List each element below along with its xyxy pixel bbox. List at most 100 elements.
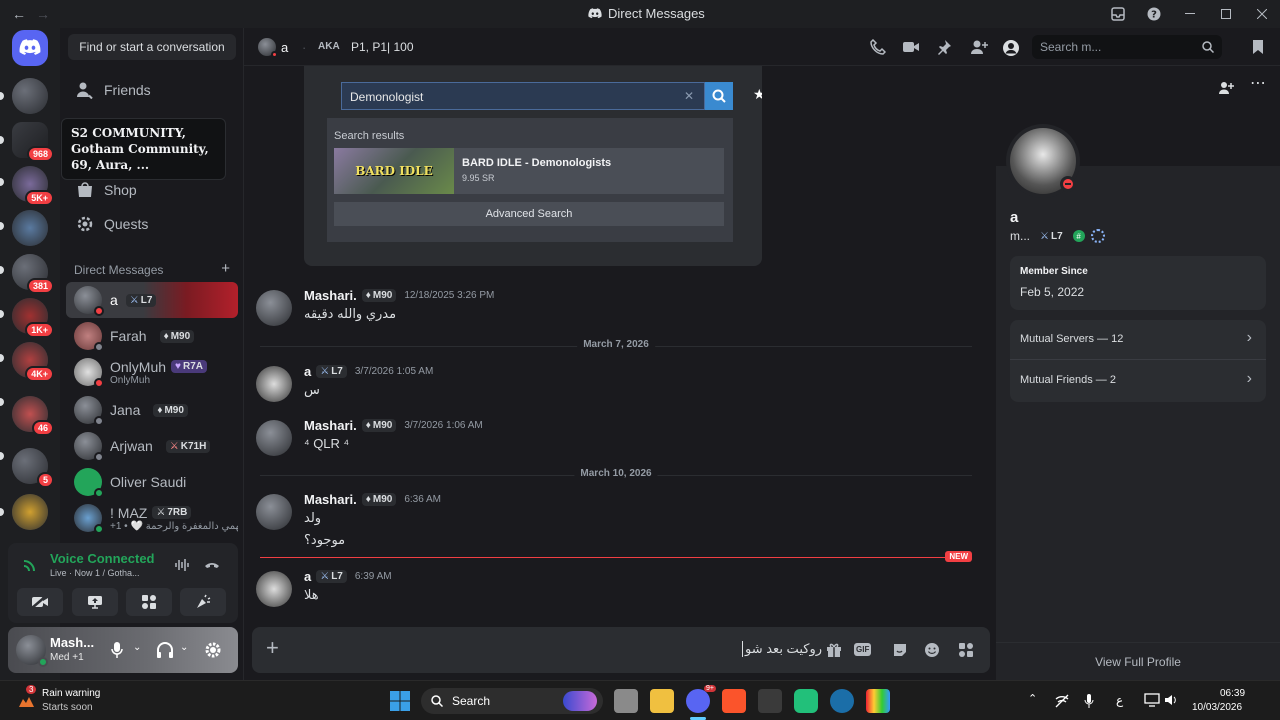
settings-gear-icon[interactable]: [204, 641, 222, 659]
mutual-friends-row[interactable]: Mutual Friends — 2 ›: [1010, 361, 1266, 401]
task-view-icon[interactable]: [614, 689, 638, 713]
camera-off-button[interactable]: [17, 588, 63, 616]
mutual-servers-row[interactable]: Mutual Servers — 12 ›: [1010, 320, 1266, 360]
apps-icon[interactable]: [958, 642, 974, 658]
user-avatar[interactable]: [16, 635, 48, 667]
chevron-down-icon[interactable]: ⌄: [133, 642, 141, 653]
server-icon[interactable]: 1K+: [12, 298, 54, 338]
video-call-icon[interactable]: [902, 39, 920, 55]
microphone-icon[interactable]: [1084, 693, 1094, 709]
server-icon[interactable]: 4K+: [12, 342, 54, 382]
dm-item[interactable]: a ⚔ L7: [66, 282, 238, 318]
header-username[interactable]: a: [281, 40, 288, 55]
file-explorer-icon[interactable]: [650, 689, 674, 713]
find-conversation-button[interactable]: Find or start a conversation: [68, 34, 236, 60]
server-icon[interactable]: 46: [12, 396, 54, 436]
close-icon[interactable]: [1244, 0, 1280, 28]
whatsapp-icon[interactable]: [794, 689, 818, 713]
windows-start-icon[interactable]: [390, 691, 410, 711]
pin-icon[interactable]: [936, 39, 952, 55]
input-language[interactable]: ع: [1116, 693, 1123, 707]
screen-share-button[interactable]: [72, 588, 118, 616]
clan-tag[interactable]: ⚔ L7: [316, 570, 347, 583]
chevron-down-icon[interactable]: ⌄: [180, 642, 188, 653]
server-folder[interactable]: 968: [12, 122, 54, 162]
clan-tag[interactable]: ♦ M90: [361, 493, 397, 506]
dm-item[interactable]: Oliver Saudi: [66, 464, 238, 500]
soundboard-button[interactable]: [180, 588, 226, 616]
voice-status[interactable]: Voice Connected: [50, 551, 155, 566]
network-off-icon[interactable]: [1055, 694, 1069, 708]
clock-time[interactable]: 06:39: [1220, 688, 1245, 699]
user-profile-icon[interactable]: [1002, 39, 1020, 57]
dm-item[interactable]: ! MAZ ⚔7RB +1 • 🤍 اللهمي دالمغفرة والرحمة: [66, 500, 238, 536]
taskbar-search[interactable]: Search: [421, 688, 603, 714]
server-icon[interactable]: 5: [12, 448, 54, 488]
clan-tag[interactable]: ⚔ L7: [316, 365, 347, 378]
server-icon[interactable]: [12, 494, 48, 530]
message-author[interactable]: a: [304, 364, 311, 379]
mail-app-icon[interactable]: [758, 689, 782, 713]
voice-channel[interactable]: Live · Now 1 / Gotha...: [50, 568, 140, 578]
gif-button[interactable]: GIF: [854, 643, 872, 656]
noise-suppression-icon[interactable]: [174, 557, 190, 573]
brave-browser-icon[interactable]: [722, 689, 746, 713]
nitro-badge-icon[interactable]: [1090, 229, 1105, 243]
dm-item[interactable]: Jana ♦ M90: [66, 392, 238, 428]
discord-taskbar-icon[interactable]: 9+: [686, 685, 716, 713]
search-input[interactable]: Search m...: [1032, 35, 1222, 59]
help-icon[interactable]: ?: [1136, 0, 1172, 28]
message-author[interactable]: Mashari.: [304, 288, 357, 303]
clan-tag[interactable]: ♦ M90: [361, 289, 397, 302]
home-button[interactable]: [12, 30, 48, 66]
back-button[interactable]: ←: [12, 6, 26, 22]
avatar[interactable]: [256, 494, 292, 530]
disconnect-icon[interactable]: [204, 557, 220, 573]
weather-subtitle[interactable]: Starts soon: [42, 702, 93, 713]
volume-icon[interactable]: [1164, 693, 1178, 707]
add-attachment-icon[interactable]: +: [266, 637, 279, 659]
minimize-icon[interactable]: [1172, 0, 1208, 28]
gift-icon[interactable]: [826, 642, 842, 658]
dm-item[interactable]: OnlyMuh ♥ R7A OnlyMuh: [66, 354, 238, 390]
sticker-icon[interactable]: [892, 642, 908, 658]
voice-call-icon[interactable]: [870, 39, 886, 55]
app-icon[interactable]: [866, 689, 890, 713]
headphones-icon[interactable]: [156, 641, 174, 659]
clock-date[interactable]: 10/03/2026: [1192, 702, 1242, 713]
weather-title[interactable]: Rain warning: [42, 688, 100, 699]
dm-item[interactable]: Farah ♦ M90: [66, 318, 238, 354]
view-full-profile-button[interactable]: View Full Profile: [996, 642, 1280, 680]
weather-widget-icon[interactable]: 3: [16, 685, 38, 711]
emoji-icon[interactable]: [924, 642, 940, 658]
avatar[interactable]: [256, 366, 292, 402]
server-icon[interactable]: [12, 78, 48, 114]
server-icon[interactable]: 5K+: [12, 166, 54, 206]
add-friends-to-dm-icon[interactable]: [970, 39, 988, 55]
dm-item[interactable]: Arjwan ⚔ K71H: [66, 428, 238, 464]
more-options-icon[interactable]: ⋯: [1250, 76, 1266, 92]
message-author[interactable]: Mashari.: [304, 492, 357, 507]
microphone-icon[interactable]: [110, 641, 124, 659]
server-icon[interactable]: 381: [12, 254, 54, 294]
forward-button[interactable]: →: [36, 6, 50, 22]
create-dm-button[interactable]: +: [221, 261, 230, 277]
image-attachment[interactable]: Demonologist ✕ ★ Search results BARD IDL…: [304, 66, 762, 266]
display-icon[interactable]: [1144, 693, 1160, 707]
hashtag-badge-icon[interactable]: #: [1072, 230, 1085, 242]
steam-icon[interactable]: [830, 689, 854, 713]
user-name[interactable]: Mash...: [50, 635, 94, 650]
maximize-icon[interactable]: [1208, 0, 1244, 28]
add-friend-icon[interactable]: [1218, 81, 1234, 95]
activities-button[interactable]: [126, 588, 172, 616]
avatar[interactable]: [256, 290, 292, 326]
message-author[interactable]: Mashari.: [304, 418, 357, 433]
nav-quests[interactable]: Quests: [68, 208, 236, 240]
clan-tag[interactable]: ⚔ L7: [1036, 230, 1067, 243]
server-icon[interactable]: [12, 210, 48, 246]
nav-friends[interactable]: Friends: [68, 74, 236, 106]
avatar[interactable]: [256, 420, 292, 456]
chevron-up-icon[interactable]: ⌃: [1028, 692, 1037, 705]
message-author[interactable]: a: [304, 569, 311, 584]
inbox-icon[interactable]: [1252, 39, 1264, 55]
